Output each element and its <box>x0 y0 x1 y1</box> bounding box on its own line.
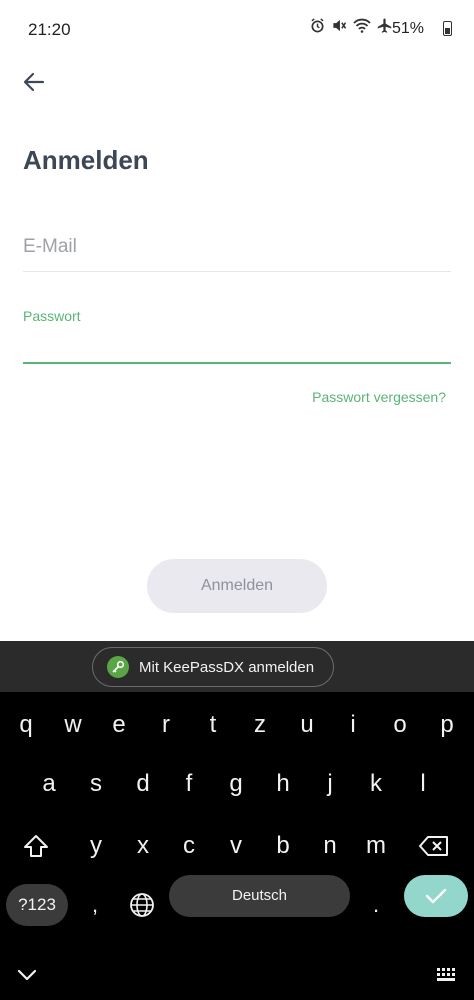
key-i[interactable]: i <box>333 703 373 747</box>
globe-icon <box>130 893 154 917</box>
key-b[interactable]: b <box>263 824 303 868</box>
back-button[interactable] <box>18 66 50 98</box>
comma-key[interactable]: , <box>75 883 115 927</box>
password-input[interactable] <box>23 330 451 360</box>
key-y[interactable]: y <box>76 824 116 868</box>
page-title: Anmelden <box>23 145 149 175</box>
key-s[interactable]: s <box>76 762 116 806</box>
key-j[interactable]: j <box>310 762 350 806</box>
space-bar[interactable]: Deutsch <box>169 875 350 917</box>
key-c[interactable]: c <box>169 824 209 868</box>
battery-icon <box>443 21 452 36</box>
airplane-icon <box>377 18 392 33</box>
battery-percent: 51% <box>391 20 424 37</box>
checkmark-icon <box>425 888 447 904</box>
keepassdx-icon <box>107 656 129 678</box>
key-v[interactable]: v <box>216 824 256 868</box>
keyboard-grid-icon <box>437 968 455 981</box>
password-field-container <box>23 330 451 364</box>
status-time: 21:20 <box>28 20 71 39</box>
key-w[interactable]: w <box>53 703 93 747</box>
enter-key[interactable] <box>404 875 468 917</box>
status-icons <box>310 18 392 33</box>
language-key[interactable] <box>122 883 162 927</box>
hide-keyboard-button[interactable] <box>12 960 42 990</box>
autofill-label: Mit KeePassDX anmelden <box>139 658 315 676</box>
key-z[interactable]: z <box>240 703 280 747</box>
key-m[interactable]: m <box>356 824 396 868</box>
key-g[interactable]: g <box>216 762 256 806</box>
key-a[interactable]: a <box>29 762 69 806</box>
navigation-bar <box>0 950 474 1000</box>
keyboard-switch-button[interactable] <box>432 960 462 990</box>
key-q[interactable]: q <box>6 703 46 747</box>
email-field-container <box>23 236 451 272</box>
symbols-key[interactable]: ?123 <box>6 884 68 926</box>
key-o[interactable]: o <box>380 703 420 747</box>
key-f[interactable]: f <box>169 762 209 806</box>
key-d[interactable]: d <box>123 762 163 806</box>
key-t[interactable]: t <box>193 703 233 747</box>
shift-icon <box>24 835 48 857</box>
chevron-down-icon <box>17 969 37 981</box>
key-l[interactable]: l <box>403 762 443 806</box>
backspace-key[interactable] <box>414 824 454 868</box>
shift-key[interactable] <box>16 824 56 868</box>
email-input[interactable] <box>23 236 451 258</box>
key-k[interactable]: k <box>356 762 396 806</box>
wifi-icon <box>353 18 371 33</box>
forgot-password-link[interactable]: Passwort vergessen? <box>312 389 446 405</box>
mute-icon <box>333 19 347 32</box>
key-u[interactable]: u <box>287 703 327 747</box>
keepassdx-autofill-chip[interactable]: Mit KeePassDX anmelden <box>92 647 334 687</box>
period-key[interactable]: . <box>356 883 396 927</box>
key-e[interactable]: e <box>99 703 139 747</box>
key-h[interactable]: h <box>263 762 303 806</box>
alarm-icon <box>311 18 324 33</box>
arrow-left-icon <box>23 72 45 92</box>
backspace-icon <box>419 836 448 856</box>
key-x[interactable]: x <box>123 824 163 868</box>
autofill-strip: Mit KeePassDX anmelden <box>0 641 474 692</box>
password-label: Passwort <box>23 308 81 324</box>
status-bar: 21:20 51% <box>0 0 474 58</box>
key-p[interactable]: p <box>427 703 467 747</box>
key-r[interactable]: r <box>146 703 186 747</box>
login-button[interactable]: Anmelden <box>147 559 327 613</box>
key-n[interactable]: n <box>310 824 350 868</box>
